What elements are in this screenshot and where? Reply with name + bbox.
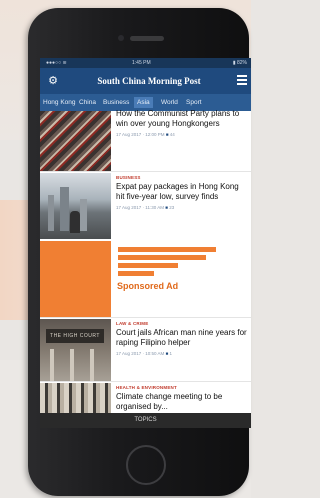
sponsored-ad[interactable]: Sponsored Ad [40, 241, 251, 317]
article-card[interactable]: How the Communist Party plans to win ove… [40, 109, 251, 171]
battery-indicator: ▮ 82% [232, 60, 247, 66]
article-category: BUSINESS [116, 175, 141, 180]
ad-text-bar [118, 263, 178, 268]
comment-icon: ■ [165, 351, 169, 356]
ad-text-bar [118, 247, 216, 252]
phone-screen: ●●●○○ ≋ 1:45 PM ▮ 82% ⚙ South China Morn… [40, 58, 251, 428]
comment-icon: ■ [165, 132, 169, 137]
article-thumbnail [40, 383, 111, 413]
article-card[interactable]: BUSINESS Expat pay packages in Hong Kong… [40, 173, 251, 239]
status-bar: ●●●○○ ≋ 1:45 PM ▮ 82% [40, 58, 251, 68]
home-button[interactable] [126, 445, 166, 485]
article-timestamp: 17 Aug 2017 · 11:30 AM [116, 205, 164, 210]
divider [40, 381, 251, 382]
tab-asia[interactable]: Asia [134, 97, 153, 108]
tab-world[interactable]: World [161, 97, 178, 108]
article-meta: 17 Aug 2017 · 11:30 AM ■ 23 [116, 205, 248, 210]
app-title: South China Morning Post [97, 76, 201, 86]
tab-sport[interactable]: Sport [186, 97, 202, 108]
court-sign: THE HIGH COURT [46, 329, 104, 343]
tab-hong-kong[interactable]: Hong Kong [43, 97, 76, 108]
comment-count: 23 [169, 205, 175, 210]
tab-business[interactable]: Business [103, 97, 129, 108]
tab-china[interactable]: China [79, 97, 96, 108]
article-card[interactable]: HEALTH & ENVIRONMENT Climate change meet… [40, 383, 251, 413]
article-thumbnail [40, 111, 111, 171]
divider [40, 171, 251, 172]
signal-indicator: ●●●○○ ≋ [46, 60, 67, 66]
article-headline: Expat pay packages in Hong Kong hit five… [116, 182, 239, 201]
topics-bar[interactable]: TOPICS [40, 413, 251, 428]
comment-count: 1 [169, 351, 173, 356]
comment-count: 44 [169, 132, 175, 137]
ad-image-placeholder [40, 241, 111, 317]
article-headline: How the Communist Party plans to win ove… [116, 109, 240, 128]
comment-icon: ■ [165, 205, 168, 210]
divider [40, 317, 251, 318]
earpiece-speaker [130, 36, 164, 41]
ad-text-bar [118, 255, 206, 260]
article-thumbnail [40, 173, 111, 239]
sponsored-ad-label: Sponsored Ad [117, 281, 179, 291]
article-headline: Climate change meeting to be organised b… [116, 392, 223, 411]
gear-icon[interactable]: ⚙ [46, 74, 60, 88]
article-category: HEALTH & ENVIRONMENT [116, 385, 177, 390]
article-category: LAW & CRIME [116, 321, 149, 326]
article-meta: 17 Aug 2017 · 10:50 AM ■ 1 [116, 351, 248, 356]
hamburger-menu-icon[interactable] [237, 75, 247, 87]
article-thumbnail: THE HIGH COURT [40, 319, 111, 381]
app-header: ⚙ South China Morning Post [40, 68, 251, 94]
article-timestamp: 17 Aug 2017 · 12:00 PM [116, 132, 165, 137]
article-headline: Court jails African man nine years for r… [116, 328, 247, 347]
article-timestamp: 17 Aug 2017 · 10:50 AM [116, 351, 165, 356]
front-camera [118, 35, 124, 41]
article-card[interactable]: THE HIGH COURT LAW & CRIME Court jails A… [40, 319, 251, 381]
status-time: 1:45 PM [132, 60, 151, 66]
ad-text-bar [118, 271, 154, 276]
article-meta: 17 Aug 2017 · 12:00 PM ■ 44 [116, 132, 248, 137]
